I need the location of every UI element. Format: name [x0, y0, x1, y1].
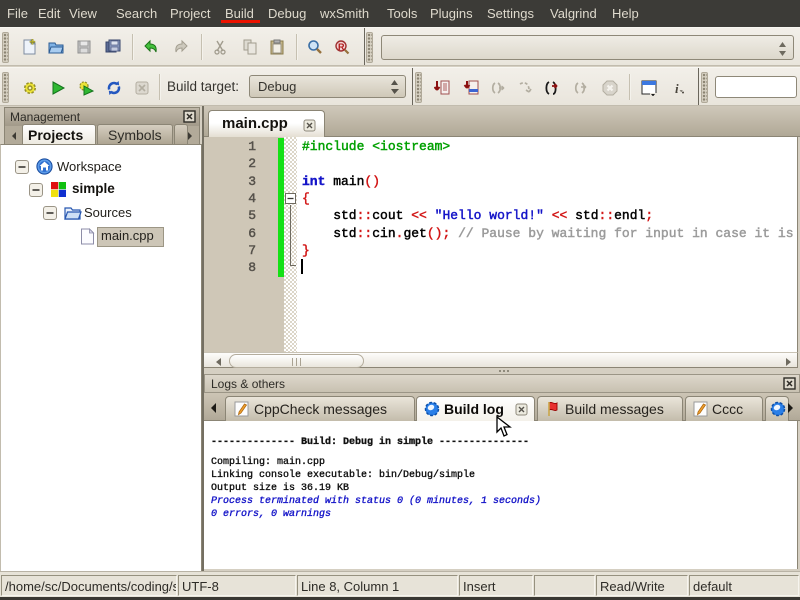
svg-text:i: i	[675, 81, 679, 96]
svg-text:R: R	[338, 42, 345, 52]
